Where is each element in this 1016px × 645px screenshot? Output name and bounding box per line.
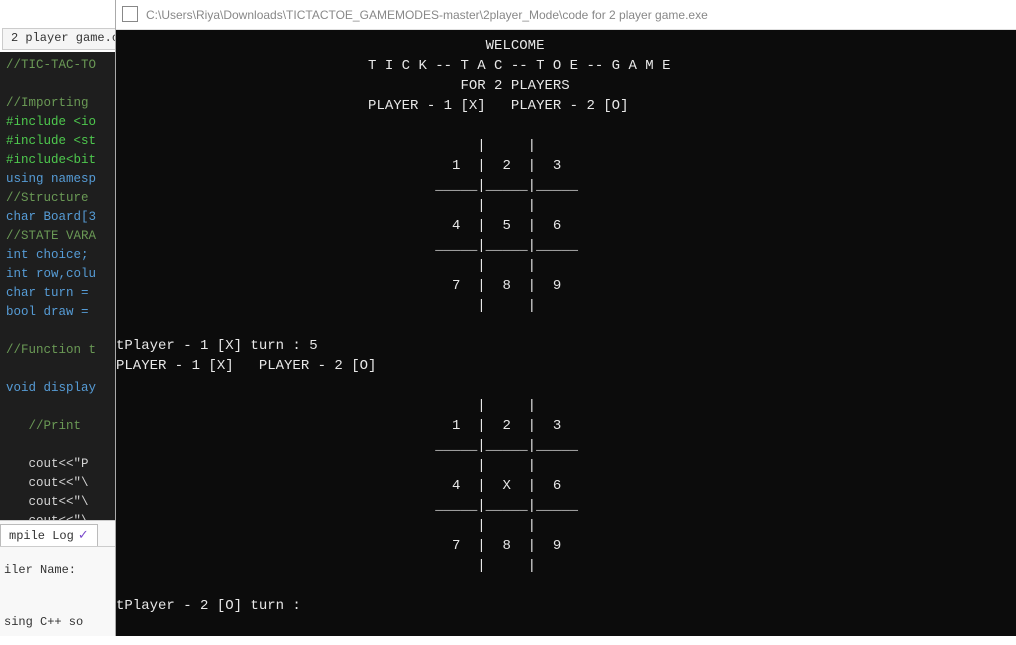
code-line: //STATE VARA [6, 227, 109, 246]
bottom-tab-strip: mpile Log ✓ [0, 521, 115, 547]
code-line: //TIC-TAC-TO [6, 56, 109, 75]
editor-tab[interactable]: 2 player game.c [2, 28, 128, 50]
code-line [6, 436, 109, 455]
window-title: C:\Users\Riya\Downloads\TICTACTOE_GAMEMO… [146, 8, 708, 22]
compiler-name-label: iler Name: [4, 563, 76, 577]
code-line: //Structure [6, 189, 109, 208]
code-line: cout<<"P [6, 455, 109, 474]
code-line: #include<bit [6, 151, 109, 170]
code-line: //Print [6, 417, 109, 436]
bottom-panel-text: iler Name: sing C++ so [0, 547, 115, 645]
code-line [6, 398, 109, 417]
code-line [6, 360, 109, 379]
check-icon: ✓ [78, 528, 89, 543]
editor-tab-label: 2 player game.c [11, 31, 119, 45]
app-icon [124, 8, 138, 22]
compile-log-tab[interactable]: mpile Log ✓ [0, 524, 98, 546]
code-line: int row,colu [6, 265, 109, 284]
code-line: int choice; [6, 246, 109, 265]
code-line: char Board[3 [6, 208, 109, 227]
code-line: cout<<"\ [6, 493, 109, 512]
console-output[interactable]: WELCOME T I C K -- T A C -- T O E -- G A… [116, 30, 1016, 636]
compiler-cmd-text: sing C++ so [4, 615, 83, 629]
code-line: using namesp [6, 170, 109, 189]
titlebar[interactable]: C:\Users\Riya\Downloads\TICTACTOE_GAMEMO… [116, 0, 1016, 30]
code-line: #include <st [6, 132, 109, 151]
code-line: void display [6, 379, 109, 398]
code-line [6, 75, 109, 94]
console-window: C:\Users\Riya\Downloads\TICTACTOE_GAMEMO… [115, 0, 1016, 636]
code-line: char turn = [6, 284, 109, 303]
code-line: cout<<"\ [6, 512, 109, 520]
code-line: //Importing [6, 94, 109, 113]
code-editor[interactable]: //TIC-TAC-TO //Importing #include <io#in… [0, 52, 115, 520]
bottom-panel: mpile Log ✓ iler Name: sing C++ so [0, 520, 115, 636]
compile-log-tab-label: mpile Log [9, 529, 74, 543]
code-line: bool draw = [6, 303, 109, 322]
code-line: #include <io [6, 113, 109, 132]
code-line: //Function t [6, 341, 109, 360]
code-line [6, 322, 109, 341]
code-line: cout<<"\ [6, 474, 109, 493]
